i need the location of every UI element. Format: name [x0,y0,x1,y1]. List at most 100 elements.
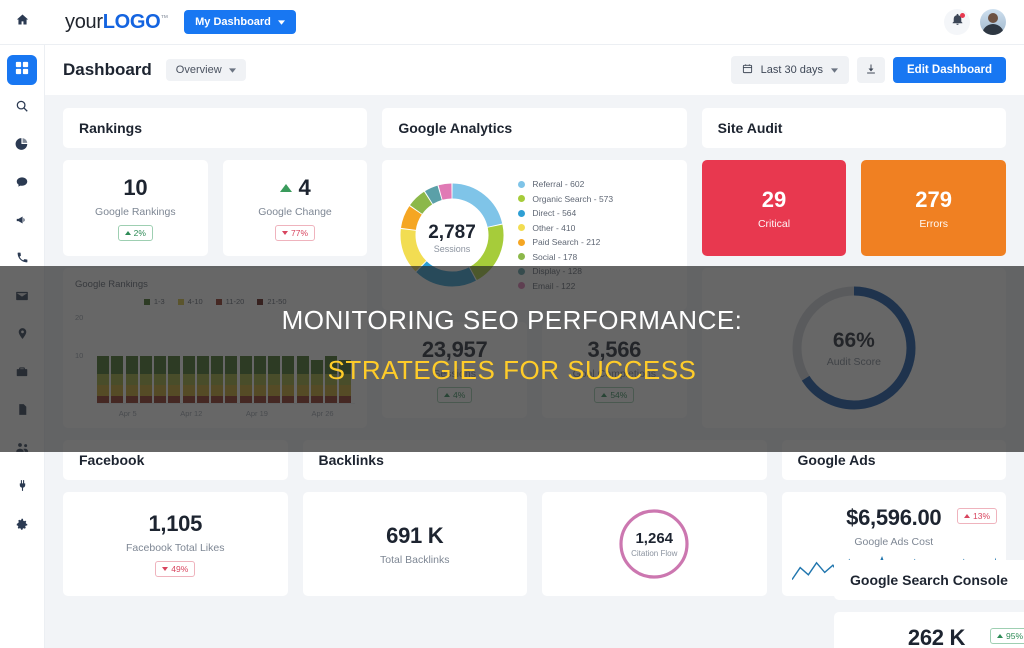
legend-item: Other - 410 [518,221,613,236]
kpi-label: Facebook Total Likes [126,542,225,554]
legend-dot [518,253,526,261]
section-google-search-console-title: Google Search Console [834,560,1024,600]
notification-dot [960,13,965,18]
page-header-actions: Last 30 days Edit Dashboard [730,56,1006,84]
tile-value: 29 [761,186,787,212]
home-button[interactable] [0,0,45,45]
sidebar-item-dashboard[interactable] [7,55,37,85]
avatar-body [982,24,1004,35]
section-google-analytics-title: Google Analytics [382,108,687,148]
legend-item: Social - 178 [518,250,613,265]
sidebar-item-settings[interactable] [7,511,37,541]
my-dashboard-button[interactable]: My Dashboard [184,10,296,34]
sidebar-item-search[interactable] [7,93,37,123]
status-badge: 13% [956,508,997,524]
plug-icon [16,479,29,497]
chevron-down-icon [228,64,236,76]
edit-dashboard-button[interactable]: Edit Dashboard [893,57,1006,83]
badge-value: 13% [972,511,990,521]
section-title-row: Rankings Google Analytics Site Audit [63,108,1006,148]
kpi-google-rankings[interactable]: 10 Google Rankings 2% [63,160,208,256]
donut-segment [410,191,433,215]
logo-your: your [65,10,103,33]
kpi-value: 1,264 [635,530,674,547]
tile-critical[interactable]: 29 Critical [701,160,847,256]
donut-segment [452,183,503,228]
badge-value: 49% [171,564,189,574]
top-bar-right [944,9,1024,35]
section-google-search-console-title-wrap: Google Search Console 95% 262 K Impressi… [834,560,1024,648]
kpi-facebook-likes[interactable]: 1,105 Facebook Total Likes 49% [63,492,288,596]
sidebar-item-messages[interactable] [7,169,37,199]
legend-label: Referral - 602 [532,179,585,190]
tile-errors[interactable]: 279 Errors [861,160,1006,256]
kpi-impressions[interactable]: 95% 262 K Impressions [834,612,1024,648]
chat-bubble-icon [15,175,29,194]
legend-label: Other - 410 [532,222,576,233]
legend-label: Organic Search - 573 [532,193,614,204]
logo-logo: LOGO [102,10,161,33]
legend-dot [518,180,526,188]
brand-logo[interactable]: yourLOGO™ [65,11,168,34]
kpi-value: $6,596.00 [846,504,942,530]
page-title: Dashboard [63,60,152,79]
kpi-value: 262 K [907,624,966,648]
kpi-label: Google Change [258,206,332,218]
logo-trademark: ™ [160,12,169,22]
triangle-up-icon [279,184,292,192]
top-bar: yourLOGO™ My Dashboard [0,0,1024,45]
triangle-up-icon [996,634,1003,638]
kpi-total-backlinks[interactable]: 691 K Total Backlinks [302,492,527,596]
legend-item: Organic Search - 573 [518,192,613,207]
notifications-button[interactable] [944,9,970,35]
download-button[interactable] [857,57,886,83]
legend-dot [518,224,526,232]
citation-flow-donut: 1,264 Citation Flow [616,506,692,582]
section-site-audit-title: Site Audit [701,108,1006,148]
donut-segment [400,228,427,272]
kpi-label: Google Rankings [95,206,176,218]
legend-dot [518,209,526,217]
tile-label: Critical [757,217,791,230]
section-rankings-title: Rankings [63,108,368,148]
sidebar-item-campaigns[interactable] [7,207,37,237]
kpi-label: Total Backlinks [380,553,450,566]
overlay-headline: MONITORING SEO PERFORMANCE: [281,305,743,335]
rankings-kpi-row: 10 Google Rankings 2% 4 Google Change 77… [63,160,368,256]
legend-item: Referral - 602 [518,177,613,192]
pie-chart-icon [15,137,29,156]
date-range-picker[interactable]: Last 30 days [730,56,850,84]
grid-icon [15,61,29,80]
legend-label: Social - 178 [532,251,578,262]
my-dashboard-label: My Dashboard [195,16,271,28]
tile-label: Errors [919,217,948,230]
avatar[interactable] [980,9,1006,35]
overlay-subheadline: STRATEGIES FOR SUCCESS [327,355,697,385]
status-badge: 95% [989,628,1024,644]
legend-dot [518,238,526,246]
megaphone-icon [15,213,29,232]
chevron-down-icon [277,16,285,28]
kpi-value: 1,105 [148,511,203,536]
status-badge: 77% [274,225,315,241]
legend-label: Paid Search - 212 [532,237,601,248]
overview-label: Overview [175,64,222,76]
kpi-value-wrap: 4 [279,175,311,201]
kpi-value: 691 K [386,522,444,548]
status-badge: 49% [155,561,196,577]
sidebar-item-analytics[interactable] [7,131,37,161]
donut-segment [438,183,453,200]
kpi-google-change[interactable]: 4 Google Change 77% [222,160,368,256]
donut-segment [425,185,443,205]
chevron-down-icon [831,64,839,76]
donut-segment [401,206,423,231]
tile-value: 279 [915,186,953,212]
page-header: Dashboard Overview Last 30 days Edit Das… [45,45,1024,95]
donut-center-value: 2,787 [429,222,477,243]
overview-dropdown[interactable]: Overview [165,59,246,81]
kpi-citation-flow[interactable]: 1,264 Citation Flow [542,492,767,596]
search-icon [15,99,29,118]
kpi-value: 4 [298,175,311,200]
sidebar-item-integrations[interactable] [7,473,37,503]
badge-value: 95% [1005,631,1023,641]
